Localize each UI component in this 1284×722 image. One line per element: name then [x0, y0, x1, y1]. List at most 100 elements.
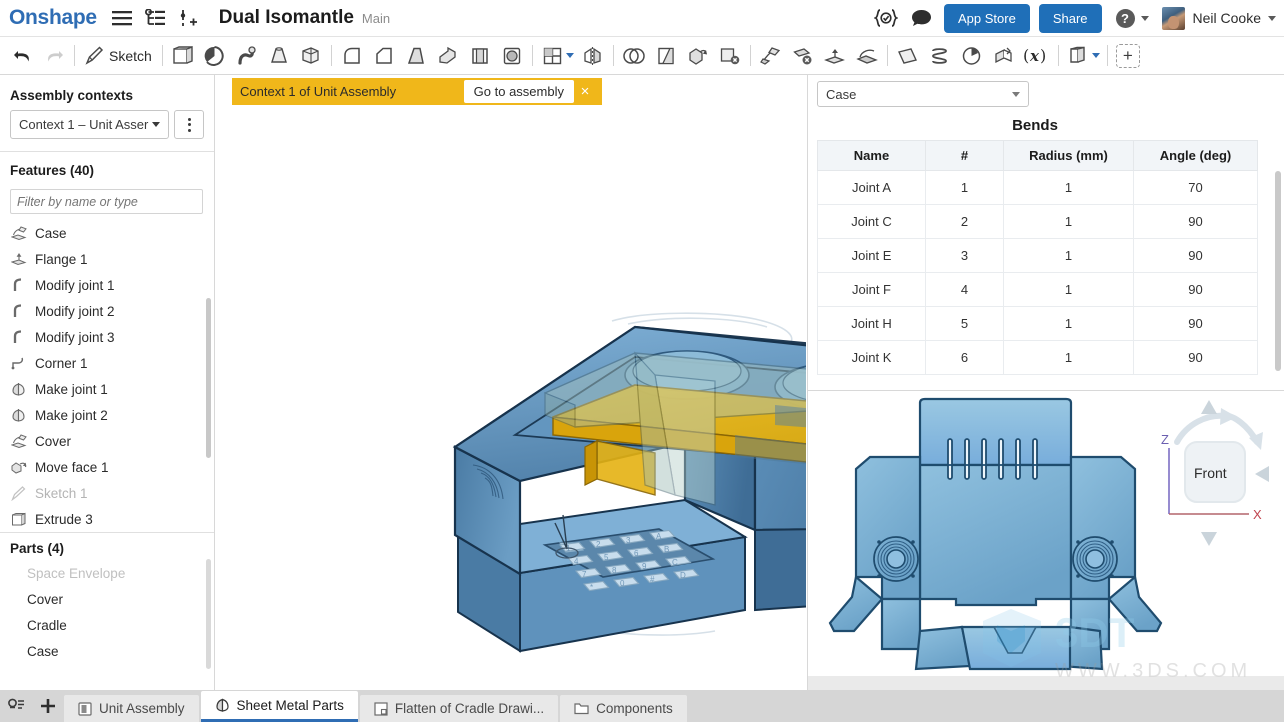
- feature-list-scrollbar[interactable]: [206, 298, 211, 458]
- fillet-icon[interactable]: [336, 40, 368, 72]
- table-row[interactable]: Joint H 5 1 90: [818, 307, 1258, 341]
- unfold-icon[interactable]: [851, 40, 883, 72]
- part-selector[interactable]: Case: [817, 81, 1029, 107]
- comment-icon[interactable]: [909, 5, 935, 31]
- cell-radius: 1: [1004, 171, 1134, 205]
- part-item-cradle[interactable]: Cradle: [0, 612, 214, 638]
- feature-item-extrude-3[interactable]: Extrude 3: [0, 506, 214, 532]
- user-name[interactable]: Neil Cooke: [1193, 10, 1261, 26]
- tab-search-icon[interactable]: [0, 690, 32, 722]
- feature-item-sketch-1[interactable]: Sketch 1: [0, 480, 214, 506]
- assembly-chevron-down-icon[interactable]: [1092, 53, 1100, 58]
- boolean-icon[interactable]: [618, 40, 650, 72]
- go-to-assembly-button[interactable]: Go to assembly: [464, 80, 574, 103]
- tab-sheet-metal-parts[interactable]: Sheet Metal Parts: [201, 691, 358, 722]
- table-row[interactable]: Joint E 3 1 90: [818, 239, 1258, 273]
- column-header-radius[interactable]: Radius (mm): [1004, 141, 1134, 171]
- redo-icon[interactable]: [38, 40, 70, 72]
- assembly-context-select[interactable]: Context 1 – Unit Asser: [10, 110, 169, 139]
- part-label: Cradle: [27, 618, 67, 633]
- cell-name: Joint C: [818, 205, 926, 239]
- column-header-angle[interactable]: Angle (deg): [1134, 141, 1258, 171]
- onshape-logo[interactable]: Onshape: [9, 6, 97, 30]
- feature-item-make-joint-1[interactable]: Make joint 1: [0, 376, 214, 402]
- feature-item-modify-joint-1[interactable]: Modify joint 1: [0, 272, 214, 298]
- move-face-icon[interactable]: [682, 40, 714, 72]
- graphics-viewport[interactable]: Context 1 of Unit Assembly Go to assembl…: [215, 75, 806, 690]
- column-header-number[interactable]: #: [926, 141, 1004, 171]
- flat-pattern-panel[interactable]: Front Z X: [807, 390, 1284, 690]
- table-row[interactable]: Joint C 2 1 90: [818, 205, 1258, 239]
- part-item-cover[interactable]: Cover: [0, 586, 214, 612]
- add-tab-icon[interactable]: [32, 690, 64, 722]
- shell-icon[interactable]: [464, 40, 496, 72]
- help-icon: ?: [1116, 9, 1135, 28]
- svg-text:D: D: [680, 571, 686, 580]
- sketch-button[interactable]: Sketch: [79, 46, 158, 65]
- import-derive-icon[interactable]: [988, 40, 1020, 72]
- extrude-icon[interactable]: [167, 40, 199, 72]
- loft-icon[interactable]: [263, 40, 295, 72]
- sheet-metal-icon: [9, 225, 28, 242]
- feature-item-modify-joint-3[interactable]: Modify joint 3: [0, 324, 214, 350]
- filter-input[interactable]: [10, 189, 203, 214]
- helix-icon[interactable]: [924, 40, 956, 72]
- svg-text:5: 5: [604, 553, 609, 562]
- braces-check-icon[interactable]: [873, 5, 899, 31]
- more-options-icon[interactable]: [174, 110, 204, 139]
- chamfer-icon[interactable]: [368, 40, 400, 72]
- app-store-button[interactable]: App Store: [944, 4, 1030, 33]
- avatar[interactable]: [1162, 7, 1185, 30]
- part-item-case[interactable]: Case: [0, 638, 214, 664]
- pattern-chevron-down-icon[interactable]: [566, 53, 574, 58]
- draft-icon[interactable]: [400, 40, 432, 72]
- sweep-icon[interactable]: [231, 40, 263, 72]
- tab-flatten-of-cradle-drawing[interactable]: Flatten of Cradle Drawi...: [360, 695, 558, 722]
- user-chevron-down-icon[interactable]: [1268, 16, 1276, 21]
- part-item-space-envelope[interactable]: Space Envelope: [0, 560, 214, 586]
- delete-face-icon[interactable]: [714, 40, 746, 72]
- curve-icon[interactable]: [956, 40, 988, 72]
- add-custom-feature-button[interactable]: +: [1112, 40, 1144, 72]
- split-icon[interactable]: [650, 40, 682, 72]
- feature-item-case[interactable]: Case: [0, 220, 214, 246]
- parts-list-scrollbar[interactable]: [206, 559, 211, 669]
- cell-name: Joint E: [818, 239, 926, 273]
- undo-icon[interactable]: [6, 40, 38, 72]
- feature-item-move-face-1[interactable]: Move face 1: [0, 454, 214, 480]
- sheet-metal-icon[interactable]: [755, 40, 787, 72]
- feature-item-make-joint-2[interactable]: Make joint 2: [0, 402, 214, 428]
- table-row[interactable]: Joint K 6 1 90: [818, 341, 1258, 375]
- delete-bend-icon[interactable]: [787, 40, 819, 72]
- rib-icon[interactable]: [432, 40, 464, 72]
- hamburger-icon[interactable]: [109, 5, 135, 31]
- plane-icon[interactable]: [892, 40, 924, 72]
- table-row[interactable]: Joint A 1 1 70: [818, 171, 1258, 205]
- share-button[interactable]: Share: [1039, 4, 1102, 33]
- mirror-icon[interactable]: [577, 40, 609, 72]
- column-header-name[interactable]: Name: [818, 141, 926, 171]
- feature-tree-icon[interactable]: [143, 5, 169, 31]
- variable-icon[interactable]: (x): [1020, 40, 1054, 72]
- part-selector-value: Case: [826, 87, 856, 102]
- help-menu[interactable]: ?: [1116, 9, 1149, 28]
- feature-item-flange-1[interactable]: Flange 1: [0, 246, 214, 272]
- bend-table-scrollbar[interactable]: [1275, 171, 1281, 371]
- sheet-metal-flange-icon[interactable]: [819, 40, 851, 72]
- tab-components[interactable]: Components: [560, 695, 687, 722]
- assembly-icon[interactable]: [1063, 40, 1095, 72]
- feature-item-cover[interactable]: Cover: [0, 428, 214, 454]
- svg-text:): ): [1040, 46, 1046, 65]
- close-icon[interactable]: ×: [574, 83, 596, 100]
- linear-pattern-icon[interactable]: [537, 40, 569, 72]
- thicken-icon[interactable]: [295, 40, 327, 72]
- feature-item-modify-joint-2[interactable]: Modify joint 2: [0, 298, 214, 324]
- svg-text:*: *: [590, 583, 593, 592]
- tab-unit-assembly[interactable]: Unit Assembly: [64, 695, 199, 722]
- hole-icon[interactable]: [496, 40, 528, 72]
- revolve-icon[interactable]: [199, 40, 231, 72]
- table-row[interactable]: Joint F 4 1 90: [818, 273, 1258, 307]
- insert-point-icon[interactable]: [175, 5, 201, 31]
- part-label: Cover: [27, 592, 63, 607]
- feature-item-corner-1[interactable]: Corner 1: [0, 350, 214, 376]
